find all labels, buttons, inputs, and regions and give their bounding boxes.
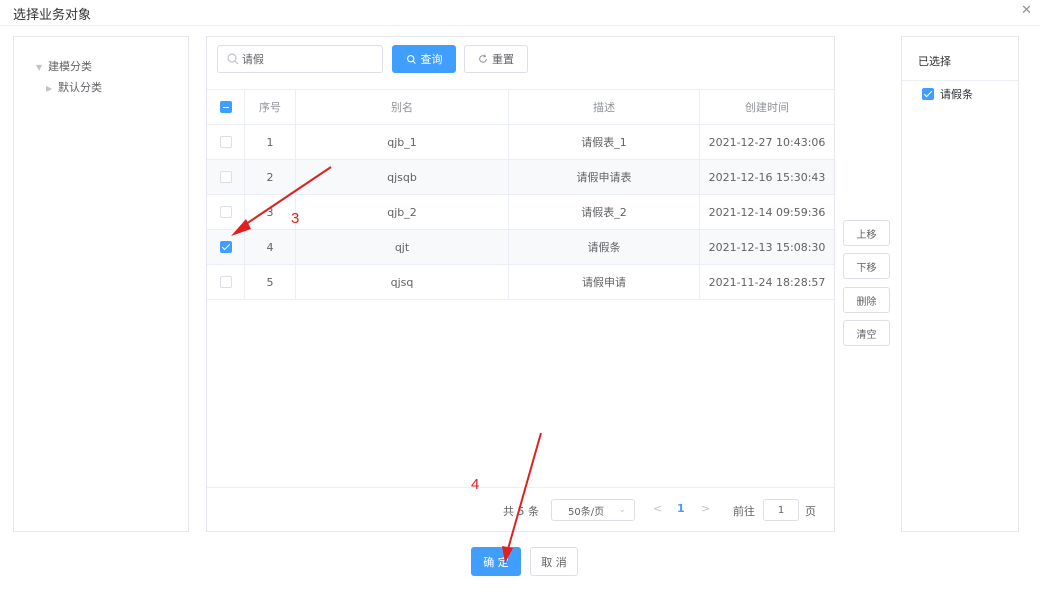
search-icon (406, 54, 416, 64)
search-box[interactable] (217, 45, 383, 73)
selected-item-checkbox[interactable] (922, 88, 934, 100)
table-row[interactable]: 4 qjt 请假条 2021-12-13 15:08:30 (207, 230, 834, 265)
next-page-button[interactable]: > (701, 502, 710, 515)
move-up-button[interactable]: 上移 (843, 220, 890, 246)
cell-no: 2 (245, 160, 296, 194)
tree-node-default[interactable]: ▶ 默认分类 (46, 79, 102, 95)
page-number-current[interactable]: 1 (677, 502, 685, 515)
cell-alias: qjb_2 (296, 195, 509, 229)
annotation-step-4: 4 (471, 476, 480, 493)
query-label: 查询 (420, 53, 443, 66)
move-down-button[interactable]: 下移 (843, 253, 890, 279)
cell-no: 3 (245, 195, 296, 229)
chevron-down-icon: ⌄ (618, 505, 626, 515)
page-size-select[interactable]: 50条/页 ⌄ (551, 499, 635, 521)
row-checkbox[interactable] (219, 241, 232, 253)
prev-page-button[interactable]: < (653, 502, 662, 515)
cell-desc: 请假申请 (509, 265, 700, 299)
search-input[interactable] (242, 50, 378, 68)
cell-desc: 请假表_2 (509, 195, 700, 229)
tree-node-label: 默认分类 (58, 81, 102, 94)
cell-alias: qjb_1 (296, 125, 509, 159)
tree-node-label: 建模分类 (48, 60, 92, 73)
row-checkbox[interactable] (219, 276, 232, 288)
close-icon[interactable]: ✕ (1021, 4, 1032, 18)
row-checkbox[interactable] (219, 206, 232, 218)
query-button[interactable]: 查询 (392, 45, 456, 73)
annotation-step-3: 3 (291, 210, 300, 227)
selected-panel: 已选择 请假条 (901, 36, 1019, 532)
cell-time: 2021-11-24 18:28:57 (708, 275, 826, 289)
cancel-button[interactable]: 取 消 (530, 547, 578, 576)
pagination: 共 5 条 50条/页 ⌄ < 1 > 前往 页 (207, 487, 834, 531)
cell-alias: qjt (296, 230, 509, 264)
cell-desc: 请假表_1 (509, 125, 700, 159)
caret-down-icon: ▼ (36, 63, 43, 72)
table-row[interactable]: 3 qjb_2 请假表_2 2021-12-14 09:59:36 (207, 195, 834, 230)
refresh-icon (479, 54, 487, 63)
goto-label: 前往 (733, 505, 755, 518)
reset-label: 重置 (492, 53, 514, 66)
caret-right-icon: ▶ (46, 84, 53, 93)
search-icon (227, 53, 239, 65)
tree-node-root[interactable]: ▼ 建模分类 (36, 58, 92, 74)
cell-no: 5 (245, 265, 296, 299)
dialog-header: 选择业务对象 ✕ (0, 0, 1040, 26)
goto-page-input[interactable] (763, 499, 799, 521)
row-checkbox[interactable] (219, 136, 232, 148)
cell-alias: qjsqb (296, 160, 509, 194)
page-unit-label: 页 (805, 505, 816, 518)
delete-button[interactable]: 删除 (843, 287, 890, 313)
reset-button[interactable]: 重置 (464, 45, 528, 73)
selected-item-label: 请假条 (940, 88, 973, 101)
object-table: 序号 别名 描述 创建时间 1 qjb_1 请假表_1 2021-12-27 1… (207, 89, 834, 300)
table-row[interactable]: 1 qjb_1 请假表_1 2021-12-27 10:43:06 (207, 125, 834, 160)
header-alias: 别名 (296, 90, 509, 124)
clear-button[interactable]: 清空 (843, 320, 890, 346)
cell-time: 2021-12-14 09:59:36 (708, 205, 826, 219)
selected-title: 已选择 (902, 37, 1018, 81)
cell-time: 2021-12-16 15:30:43 (708, 170, 826, 184)
cell-desc: 请假条 (509, 230, 700, 264)
cell-time: 2021-12-13 15:08:30 (708, 240, 826, 254)
cell-alias: qjsq (296, 265, 509, 299)
cell-time: 2021-12-27 10:43:06 (708, 135, 826, 149)
row-checkbox[interactable] (219, 171, 232, 183)
table-row[interactable]: 2 qjsqb 请假申请表 2021-12-16 15:30:43 (207, 160, 834, 195)
table-row[interactable]: 5 qjsq 请假申请 2021-11-24 18:28:57 (207, 265, 834, 300)
cell-no: 4 (245, 230, 296, 264)
selected-item[interactable]: 请假条 (922, 86, 973, 102)
header-time: 创建时间 (745, 101, 789, 114)
category-tree: ▼ 建模分类 ▶ 默认分类 (13, 36, 189, 532)
select-all-checkbox[interactable] (219, 101, 232, 113)
object-list-panel: 查询 重置 序号 别名 描述 创建时间 1 qjb_1 请假表_1 2021-1… (206, 36, 835, 532)
page-size-value: 50条/页 (568, 506, 605, 518)
cell-desc: 请假申请表 (509, 160, 700, 194)
table-header: 序号 别名 描述 创建时间 (207, 89, 834, 125)
header-no: 序号 (245, 90, 296, 124)
total-count: 共 5 条 (503, 505, 539, 518)
header-desc: 描述 (509, 90, 700, 124)
confirm-button[interactable]: 确 定 (471, 547, 521, 576)
dialog-title: 选择业务对象 (13, 8, 92, 23)
cell-no: 1 (245, 125, 296, 159)
